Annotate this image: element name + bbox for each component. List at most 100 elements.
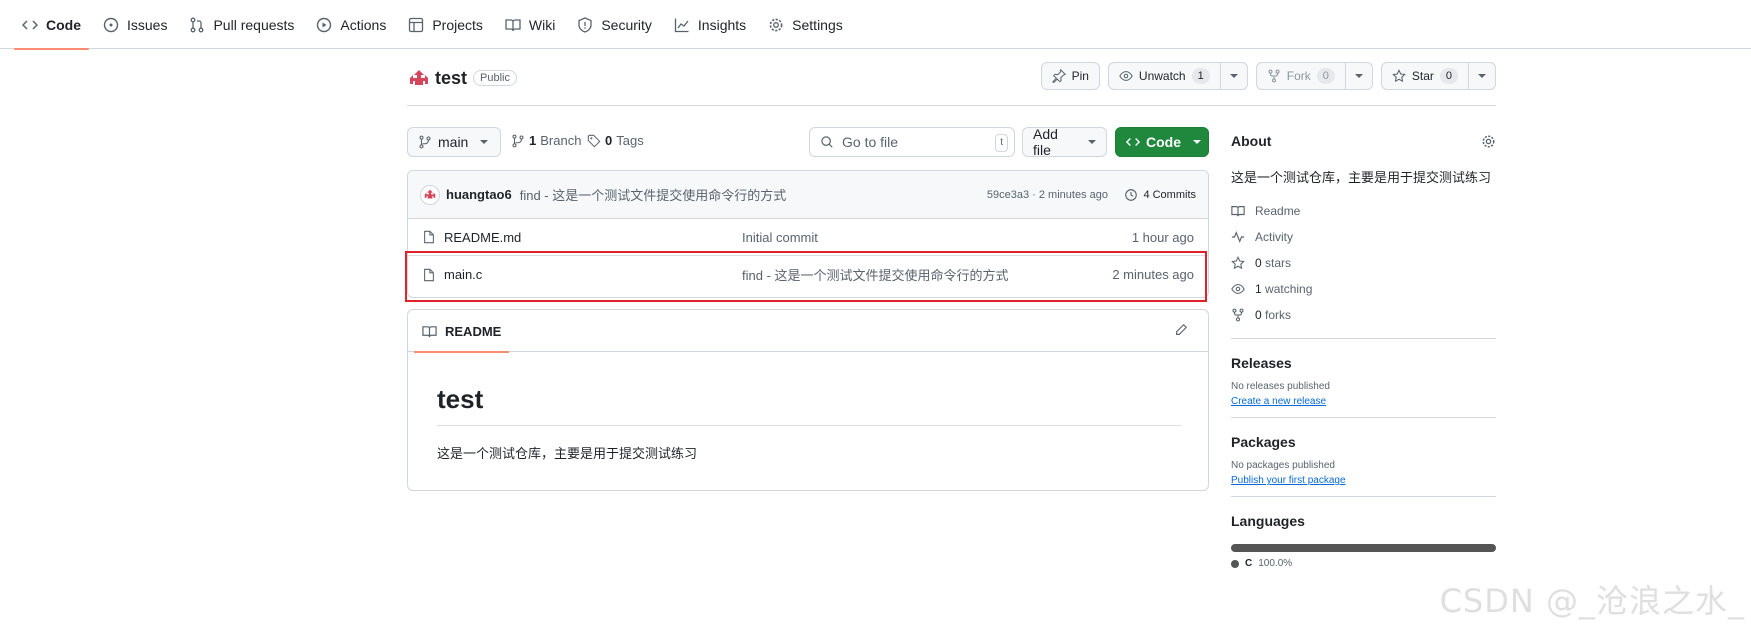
file-row[interactable]: README.md Initial commit 1 hour ago <box>408 219 1208 256</box>
shield-icon <box>577 16 593 33</box>
tab-actions-label: Actions <box>340 16 387 33</box>
fork-button[interactable]: Fork 0 <box>1255 62 1373 90</box>
file-row[interactable]: main.c find - 这是一个测试文件提交使用命令行的方式 2 minut… <box>408 256 1208 293</box>
readme-tab[interactable]: README <box>413 310 510 353</box>
stars-count: 0 <box>1255 256 1262 270</box>
book-icon <box>422 324 437 339</box>
play-icon <box>316 17 332 33</box>
commit-author[interactable]: huangtao6 <box>446 187 512 202</box>
file-name[interactable]: README.md <box>444 230 521 245</box>
star-icon <box>1231 256 1245 270</box>
file-commit-message[interactable]: find - 这是一个测试文件提交使用命令行的方式 <box>742 265 1009 284</box>
watching-label: watching <box>1265 282 1313 296</box>
about-description: 这是一个测试仓库，主要是用于提交测试练习 <box>1231 170 1492 185</box>
publish-package-link[interactable]: Publish your first package <box>1231 475 1496 486</box>
watermark: CSDN @_沧浪之水_ <box>1439 582 1745 620</box>
gear-icon <box>768 17 784 33</box>
tab-settings[interactable]: Settings <box>760 0 851 49</box>
code-button[interactable]: Code <box>1115 127 1209 157</box>
readme-body: 这是一个测试仓库，主要是用于提交测试练习 <box>437 446 698 461</box>
heading-divider <box>437 425 1181 426</box>
tab-projects[interactable]: Projects <box>400 0 491 49</box>
file-commit-time: 2 minutes ago <box>1112 267 1194 282</box>
tab-insights-label: Insights <box>697 16 747 33</box>
unwatch-button[interactable]: Unwatch 1 <box>1107 62 1248 90</box>
about-title: About <box>1231 133 1272 149</box>
tab-actions[interactable]: Actions <box>308 0 394 49</box>
triangle-down-icon <box>1229 72 1238 80</box>
packages-title[interactable]: Packages <box>1231 434 1496 450</box>
author-avatar[interactable] <box>420 184 440 205</box>
watching-link[interactable]: 1 watching <box>1231 276 1496 302</box>
readme-link-label: Readme <box>1255 204 1301 218</box>
forks-link[interactable]: 0 forks <box>1231 302 1496 328</box>
fork-dropdown[interactable] <box>1344 63 1372 89</box>
commit-meta[interactable]: 59ce3a3 · 2 minutes ago <box>987 189 1108 201</box>
commits-link[interactable]: 4 Commits <box>1124 188 1196 202</box>
gear-icon[interactable] <box>1481 134 1496 149</box>
pencil-icon[interactable] <box>1174 323 1188 337</box>
tag-label: Tags <box>616 133 644 148</box>
tab-insights[interactable]: Insights <box>666 0 754 49</box>
tab-security-label: Security <box>601 16 652 33</box>
languages-title: Languages <box>1231 513 1305 529</box>
triangle-down-icon <box>1478 72 1486 80</box>
add-file-button[interactable]: Add file <box>1022 126 1107 158</box>
branch-count: 1 <box>529 133 537 148</box>
tab-code-label: Code <box>46 16 81 33</box>
readme-panel: README test 这是一个测试仓库，主要是用于提交测试练习 <box>407 309 1209 491</box>
triangle-down-icon <box>1193 138 1201 146</box>
readme-tab-label: README <box>445 323 502 339</box>
tab-pull-requests-label: Pull requests <box>213 16 295 33</box>
activity-link[interactable]: Activity <box>1231 224 1496 250</box>
tab-security[interactable]: Security <box>569 0 660 49</box>
tags-link[interactable]: 0 Tags <box>587 133 644 148</box>
create-release-link[interactable]: Create a new release <box>1231 396 1496 407</box>
language-item[interactable]: C 100.0% <box>1231 558 1496 569</box>
triangle-down-icon <box>1088 138 1096 146</box>
divider <box>1231 338 1496 339</box>
stars-link[interactable]: 0 stars <box>1231 250 1496 276</box>
fork-icon <box>1267 69 1281 83</box>
code-icon <box>22 17 38 33</box>
divider <box>1231 417 1496 418</box>
repo-name[interactable]: test <box>435 68 467 89</box>
file-commit-message[interactable]: Initial commit <box>742 230 818 245</box>
graph-icon <box>674 17 690 33</box>
search-icon <box>820 135 834 149</box>
commits-label: 4 Commits <box>1143 188 1196 201</box>
go-to-file-input[interactable]: Go to file t <box>809 127 1015 157</box>
tab-issues-label: Issues <box>127 16 168 33</box>
file-icon <box>422 268 436 282</box>
branch-name: main <box>438 134 469 150</box>
tab-wiki[interactable]: Wiki <box>497 0 563 49</box>
language-color-dot <box>1231 559 1239 568</box>
tab-issues[interactable]: Issues <box>95 0 175 49</box>
readme-link[interactable]: Readme <box>1231 198 1496 224</box>
tag-count: 0 <box>605 133 613 148</box>
code-icon <box>1126 135 1140 149</box>
repo-navigation: Code Issues Pull requests Actions Projec… <box>0 0 1751 50</box>
unwatch-dropdown[interactable] <box>1219 63 1247 89</box>
releases-title[interactable]: Releases <box>1231 355 1496 371</box>
branches-link[interactable]: 1 Branch <box>511 133 581 148</box>
readme-heading: test <box>437 384 484 414</box>
tab-code[interactable]: Code <box>14 0 89 50</box>
tab-wiki-label: Wiki <box>528 16 556 33</box>
commit-message[interactable]: find - 这是一个测试文件提交使用命令行的方式 <box>520 185 787 204</box>
search-placeholder: Go to file <box>842 134 899 150</box>
packages-empty-text: No packages published <box>1231 460 1335 471</box>
pull-request-icon <box>189 17 205 33</box>
unwatch-label: Unwatch <box>1138 69 1186 83</box>
pin-button[interactable]: Pin <box>1040 62 1100 90</box>
star-button[interactable]: Star 0 <box>1380 62 1496 90</box>
branch-selector[interactable]: main <box>407 127 501 157</box>
star-icon <box>1392 69 1406 83</box>
watching-count: 1 <box>1255 282 1262 296</box>
book-icon <box>505 17 521 33</box>
divider <box>1231 496 1496 497</box>
file-name[interactable]: main.c <box>444 267 482 282</box>
forks-count: 0 <box>1255 308 1262 322</box>
star-dropdown[interactable] <box>1468 63 1495 89</box>
tab-pull-requests[interactable]: Pull requests <box>181 0 302 49</box>
